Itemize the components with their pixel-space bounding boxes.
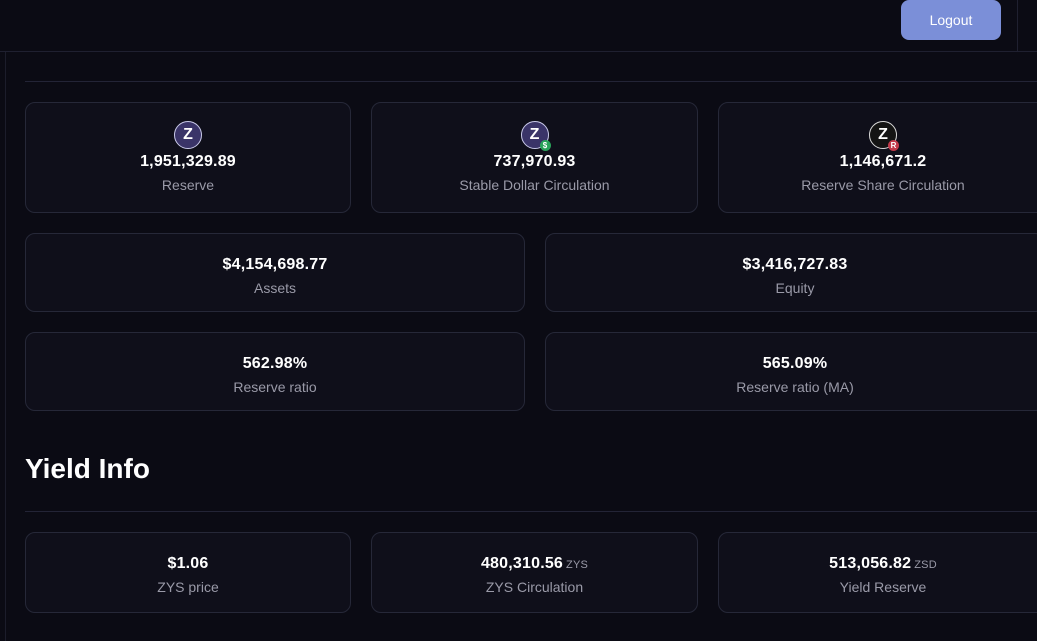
topbar-divider — [1017, 0, 1018, 51]
stat-value: 1,146,671.2 — [839, 153, 927, 170]
stat-number: 513,056.82 — [829, 555, 912, 572]
stat-value: $4,154,698.77 — [222, 256, 328, 273]
dollar-badge-icon: $ — [539, 140, 551, 151]
stat-card-zys-price: $1.06 ZYS price — [25, 532, 351, 613]
stat-label: Equity — [775, 280, 815, 296]
stat-card-zys-circulation: 480,310.56 ZYS ZYS Circulation — [371, 532, 698, 613]
stat-card-stable-dollar-circulation: Z $ 737,970.93 Stable Dollar Circulation — [371, 102, 698, 213]
zephyr-stable-dollar-icon: Z $ — [520, 121, 551, 151]
zephyr-reserve-share-icon: ZR — [869, 121, 899, 151]
stat-card-equity: $3,416,727.83 Equity — [545, 233, 1037, 312]
stat-number: $1.06 — [167, 555, 209, 572]
stat-label: Reserve ratio (MA) — [736, 379, 854, 395]
stat-card-reserve-ratio: 562.98% Reserve ratio — [25, 332, 525, 411]
stat-value: 480,310.56 ZYS — [372, 555, 697, 573]
stat-label: Yield Reserve — [839, 579, 927, 595]
stat-value: 513,056.82 ZSD — [719, 555, 1037, 573]
logout-button[interactable]: Logout — [901, 0, 1001, 40]
section-divider-yield — [25, 511, 1037, 512]
section-divider-top — [25, 81, 1037, 82]
stat-card-reserve-share-circulation: ZR 1,146,671.2 Reserve Share Circulation — [718, 102, 1037, 213]
stat-unit: ZYS — [566, 559, 589, 571]
stat-label: Assets — [253, 280, 296, 296]
reserve-badge-icon: R — [888, 140, 899, 151]
top-bar: Logout — [0, 0, 1037, 52]
section-title-yield-info: Yield Info — [25, 453, 150, 484]
stat-card-yield-reserve: 513,056.82 ZSD Yield Reserve — [718, 532, 1037, 613]
stat-value: 565.09% — [762, 355, 828, 372]
stat-unit: ZSD — [914, 559, 937, 571]
stat-value: $1.06 — [26, 555, 350, 573]
stat-card-assets: $4,154,698.77 Assets — [25, 233, 525, 312]
stat-card-reserve-ratio-ma: 565.09% Reserve ratio (MA) — [545, 332, 1037, 411]
zephyr-coin-icon: Z — [174, 121, 202, 149]
stat-card-reserve: Z 1,951,329.89 Reserve — [25, 102, 351, 213]
stat-number: 480,310.56 — [480, 555, 564, 572]
stat-value: 737,970.93 — [493, 153, 576, 170]
stat-value: $3,416,727.83 — [742, 256, 848, 273]
stat-label: Reserve — [161, 177, 215, 193]
stat-value: 1,951,329.89 — [140, 153, 236, 170]
stat-label: Reserve Share Circulation — [801, 177, 965, 193]
stat-label: ZYS price — [157, 579, 219, 595]
stat-value: 562.98% — [242, 355, 308, 372]
left-rail-divider — [5, 52, 6, 641]
stat-label: Reserve ratio — [233, 379, 317, 395]
stat-label: Stable Dollar Circulation — [459, 177, 610, 193]
stat-label: ZYS Circulation — [485, 579, 584, 595]
